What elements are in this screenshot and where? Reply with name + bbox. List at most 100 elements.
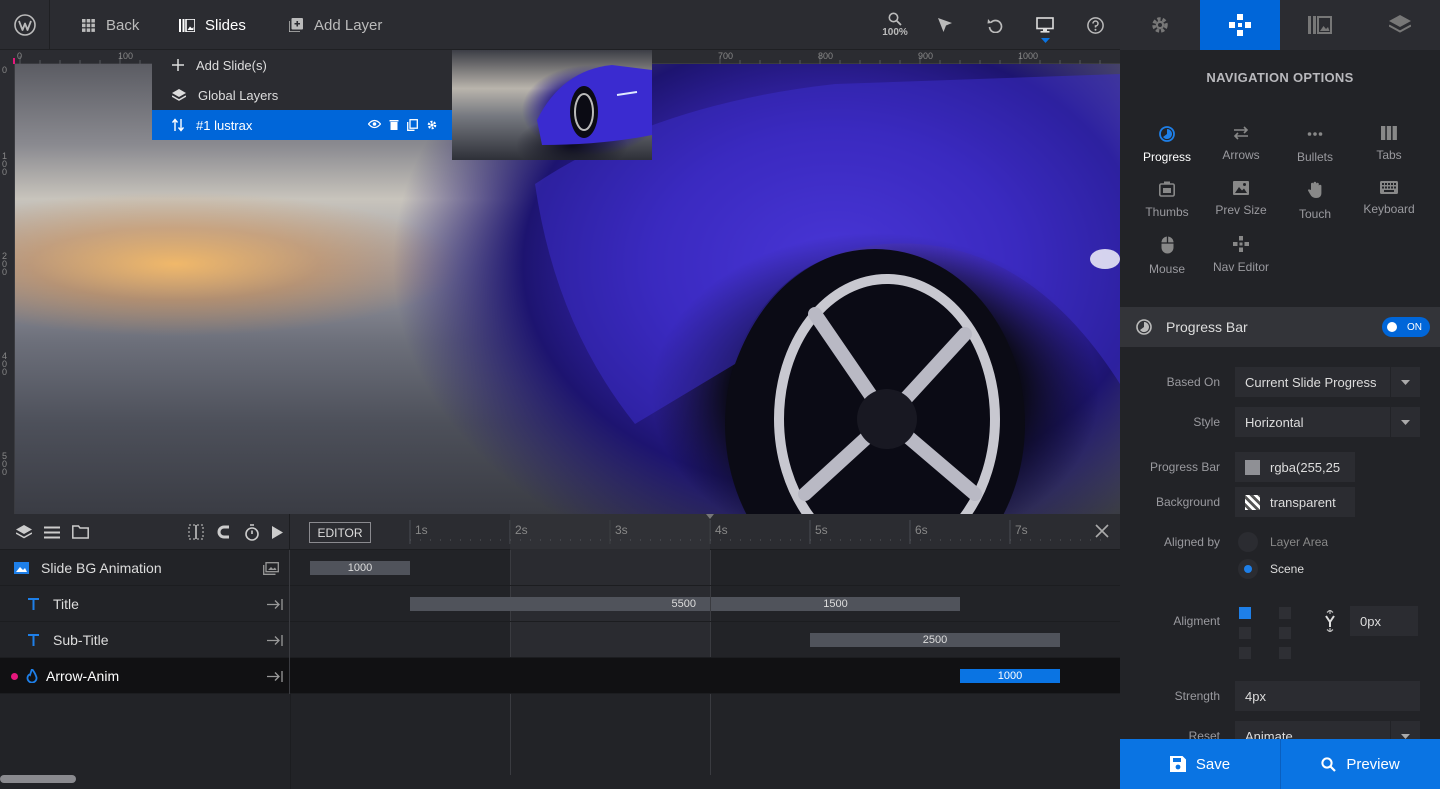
timeline-row-title[interactable]: Title 5500 1500 xyxy=(0,586,1120,622)
wordpress-logo-icon[interactable] xyxy=(0,0,50,50)
animation-bar[interactable]: 5500 xyxy=(410,597,710,611)
tab-slide[interactable] xyxy=(1280,0,1360,50)
list-icon[interactable] xyxy=(44,526,60,539)
nav-option-label: Bullets xyxy=(1296,150,1334,164)
timeline-row-slide-bg[interactable]: Slide BG Animation 1000 xyxy=(0,550,1120,586)
ruler-tick-label: 800 xyxy=(818,51,834,61)
animation-bar[interactable]: 2500 xyxy=(810,633,1060,647)
align-top-left-cell[interactable] xyxy=(1239,607,1251,619)
aligned-by-layer-area-radio[interactable]: Layer Area xyxy=(1238,532,1328,552)
progress-bar-color-picker[interactable]: rgba(255,25 xyxy=(1235,452,1355,482)
nav-option-thumbs[interactable]: Thumbs xyxy=(1130,175,1204,230)
row-label-text: Title xyxy=(53,596,79,612)
slides-button[interactable]: Slides xyxy=(179,0,246,50)
global-layers-label: Global Layers xyxy=(198,87,279,103)
align-middle-left-cell[interactable] xyxy=(1239,627,1251,639)
background-color-picker[interactable]: transparent xyxy=(1235,487,1355,517)
layers-stack-icon[interactable] xyxy=(16,525,32,539)
align-top-right-cell[interactable] xyxy=(1279,607,1291,619)
strength-input[interactable]: 4px xyxy=(1235,681,1420,711)
tab-navigation[interactable] xyxy=(1200,0,1280,50)
add-layer-button[interactable]: Add Layer xyxy=(288,0,382,50)
save-button[interactable]: Save xyxy=(1120,739,1280,789)
timeline-horizontal-scrollbar[interactable] xyxy=(0,775,76,783)
ruler-tick-label: 4 0 0 xyxy=(2,351,8,377)
stopwatch-icon[interactable] xyxy=(244,523,260,541)
arrows-icon xyxy=(1233,126,1249,140)
nav-option-nav-editor[interactable]: Nav Editor xyxy=(1204,230,1278,285)
play-icon[interactable] xyxy=(272,525,283,539)
right-panel-tabs xyxy=(1120,0,1440,50)
nav-option-prev-size[interactable]: Prev Size xyxy=(1204,175,1278,230)
undo-button[interactable] xyxy=(977,0,1013,50)
slide-image-icon xyxy=(1308,16,1332,34)
global-layers-menu-item[interactable]: Global Layers xyxy=(152,80,452,110)
nav-option-tabs[interactable]: Tabs xyxy=(1352,120,1426,175)
align-bottom-right-cell[interactable] xyxy=(1279,647,1291,659)
slides-dropdown-menu: Add Slide(s) Global Layers #1 lustrax xyxy=(152,50,452,140)
gamepad-icon xyxy=(1229,14,1251,36)
alignment-y-input[interactable]: 0px xyxy=(1350,606,1418,636)
duplicate-icon[interactable] xyxy=(407,119,418,131)
bg-image-icon[interactable] xyxy=(263,561,279,575)
tab-layers[interactable] xyxy=(1360,0,1440,50)
nav-option-progress[interactable]: Progress xyxy=(1130,120,1204,175)
timeline-row-arrow-anim[interactable]: Arrow-Anim 1000 xyxy=(0,658,1120,694)
progress-bar-section-header[interactable]: Progress Bar ON xyxy=(1120,307,1440,347)
grid-snap-icon[interactable] xyxy=(188,524,204,540)
progress-bar-toggle[interactable]: ON xyxy=(1382,317,1430,337)
nav-option-label: Mouse xyxy=(1148,262,1186,276)
row-label-text: Sub-Title xyxy=(53,632,109,648)
animation-bar-selected[interactable]: 1000 xyxy=(960,669,1060,683)
based-on-select[interactable]: Current Slide Progress xyxy=(1235,367,1420,397)
animation-bar[interactable]: 1000 xyxy=(310,561,410,575)
visibility-eye-icon[interactable] xyxy=(368,119,381,131)
nav-option-label: Tabs xyxy=(1376,148,1402,162)
ruler-tick-label: 1 0 0 xyxy=(2,151,8,177)
close-timeline-icon[interactable] xyxy=(1094,523,1112,541)
align-middle-right-cell[interactable] xyxy=(1279,627,1291,639)
folder-icon[interactable] xyxy=(72,525,89,539)
delete-trash-icon[interactable] xyxy=(389,119,399,131)
nav-option-touch[interactable]: Touch xyxy=(1278,175,1352,230)
help-button[interactable] xyxy=(1077,0,1113,50)
nav-option-keyboard[interactable]: Keyboard xyxy=(1352,175,1426,230)
style-select[interactable]: Horizontal xyxy=(1235,407,1420,437)
editor-mode-button[interactable]: EDITOR xyxy=(309,522,371,543)
timeline-row-subtitle[interactable]: Sub-Title 2500 xyxy=(0,622,1120,658)
back-button[interactable]: Back xyxy=(80,0,139,50)
plus-icon xyxy=(172,59,184,71)
based-on-value: Current Slide Progress xyxy=(1245,374,1377,390)
nav-option-label: Thumbs xyxy=(1145,205,1189,219)
end-arrow-icon[interactable] xyxy=(267,598,283,610)
progress-icon xyxy=(1136,319,1152,335)
gamepad-icon xyxy=(1233,236,1249,252)
alignment-grid[interactable] xyxy=(1239,607,1295,661)
slide-item-lustrax[interactable]: #1 lustrax xyxy=(152,110,452,140)
time-mark: 2s xyxy=(515,523,528,537)
nav-option-mouse[interactable]: Mouse xyxy=(1130,230,1204,285)
add-slide-menu-item[interactable]: Add Slide(s) xyxy=(152,50,452,80)
aligned-by-scene-radio[interactable]: Scene xyxy=(1238,559,1304,579)
slide-settings-gear-icon[interactable] xyxy=(426,119,438,131)
keyboard-icon xyxy=(1380,181,1398,194)
align-bottom-left-cell[interactable] xyxy=(1239,647,1251,659)
magnet-icon[interactable] xyxy=(216,524,232,540)
nav-option-bullets[interactable]: Bullets xyxy=(1278,120,1352,175)
select-tool-button[interactable] xyxy=(927,0,963,50)
panel-title: NAVIGATION OPTIONS xyxy=(1206,70,1354,85)
end-arrow-icon[interactable] xyxy=(267,634,283,646)
preview-button[interactable]: Preview xyxy=(1280,739,1440,789)
ruler-tick-label: 1000 xyxy=(1018,51,1039,61)
strength-label: Strength xyxy=(1174,689,1220,703)
text-layer-icon xyxy=(28,634,39,646)
zoom-button[interactable]: 100% xyxy=(877,0,913,50)
tab-module-settings[interactable] xyxy=(1120,0,1200,50)
nav-option-arrows[interactable]: Arrows xyxy=(1204,120,1278,175)
animation-bar[interactable]: 1500 xyxy=(711,597,960,611)
device-desktop-button[interactable] xyxy=(1027,0,1063,50)
hand-icon xyxy=(1307,181,1323,199)
gear-icon xyxy=(1150,15,1170,35)
end-arrow-icon[interactable] xyxy=(267,670,283,682)
sort-arrows-icon[interactable] xyxy=(172,118,184,132)
